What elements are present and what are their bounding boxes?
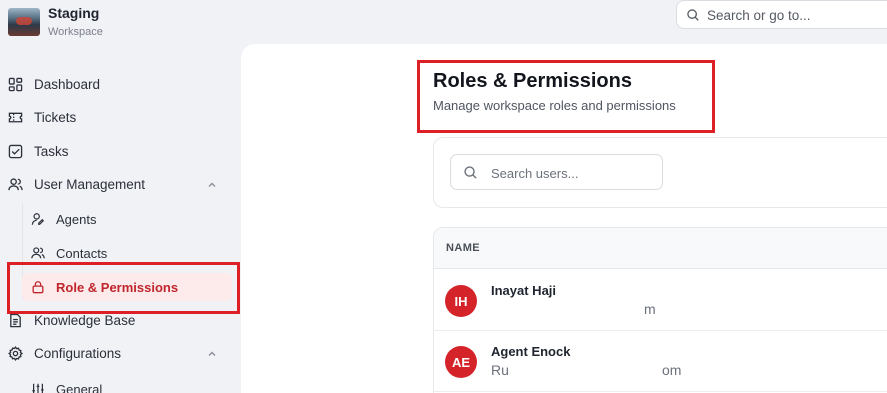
workspace-subtitle: Workspace <box>48 26 103 38</box>
sidebar-item-label: Contacts <box>56 245 108 261</box>
users-icon <box>8 178 23 191</box>
sidebar-item-tickets[interactable]: Tickets <box>0 103 241 131</box>
sidebar-item-configurations[interactable]: Configurations <box>0 339 241 367</box>
column-header-name[interactable]: NAME <box>446 242 480 254</box>
sidebar-item-user-management[interactable]: User Management <box>0 170 241 198</box>
sidebar-item-label: General <box>56 381 103 393</box>
workspace-logo <box>8 8 40 36</box>
sidebar-item-label: Configurations <box>34 345 122 361</box>
sidebar-item-label: Knowledge Base <box>34 312 136 328</box>
highlight-box-title <box>417 60 715 133</box>
users-table: NAME IH Inayat Haji m AE Agent Enock Ru … <box>433 227 887 393</box>
sidebar-item-dashboard[interactable]: Dashboard <box>0 70 241 98</box>
chevron-up-icon[interactable] <box>206 179 218 191</box>
document-icon <box>10 313 21 328</box>
user-email-start: Ru <box>491 362 509 378</box>
sidebar-item-label: Tickets <box>34 109 77 125</box>
sidebar-item-label: Agents <box>56 211 97 227</box>
sidebar-item-label: Tasks <box>34 143 69 159</box>
sidebar-item-label: Dashboard <box>34 76 101 92</box>
sliders-icon <box>32 383 44 393</box>
user-email: m <box>644 301 656 317</box>
sidebar-item-tasks[interactable]: Tasks <box>0 137 241 165</box>
chevron-up-icon[interactable] <box>206 348 218 360</box>
global-search[interactable] <box>676 0 887 29</box>
user-pen-icon <box>31 213 45 225</box>
gear-icon <box>8 346 23 361</box>
avatar: AE <box>445 346 477 378</box>
search-icon <box>687 9 699 21</box>
table-row[interactable]: AE Agent Enock Ru om <box>434 331 887 392</box>
user-search-input[interactable] <box>491 163 651 183</box>
search-icon <box>464 166 477 179</box>
workspace-switcher[interactable]: Staging Workspace <box>8 5 103 40</box>
table-row[interactable]: IH Inayat Haji m <box>434 270 887 331</box>
sidebar-item-label: User Management <box>34 176 146 192</box>
sidebar-item-agents[interactable]: Agents <box>22 205 232 233</box>
avatar: IH <box>445 285 477 317</box>
global-search-input[interactable] <box>707 5 887 25</box>
ticket-icon <box>8 112 23 123</box>
highlight-box-sidebar <box>7 262 240 314</box>
workspace-name: Staging <box>48 5 100 21</box>
sidebar: Staging Workspace Dashboard Tickets Task… <box>0 0 241 393</box>
user-email-end: om <box>662 362 682 378</box>
users-icon <box>31 247 45 259</box>
user-search[interactable] <box>450 154 663 190</box>
table-header: NAME <box>434 228 887 269</box>
user-name: Agent Enock <box>491 344 571 359</box>
checkbox-icon <box>8 144 23 159</box>
layout-grid-icon <box>8 77 23 92</box>
user-name: Inayat Haji <box>491 283 557 298</box>
sidebar-item-general[interactable]: General <box>22 375 232 393</box>
